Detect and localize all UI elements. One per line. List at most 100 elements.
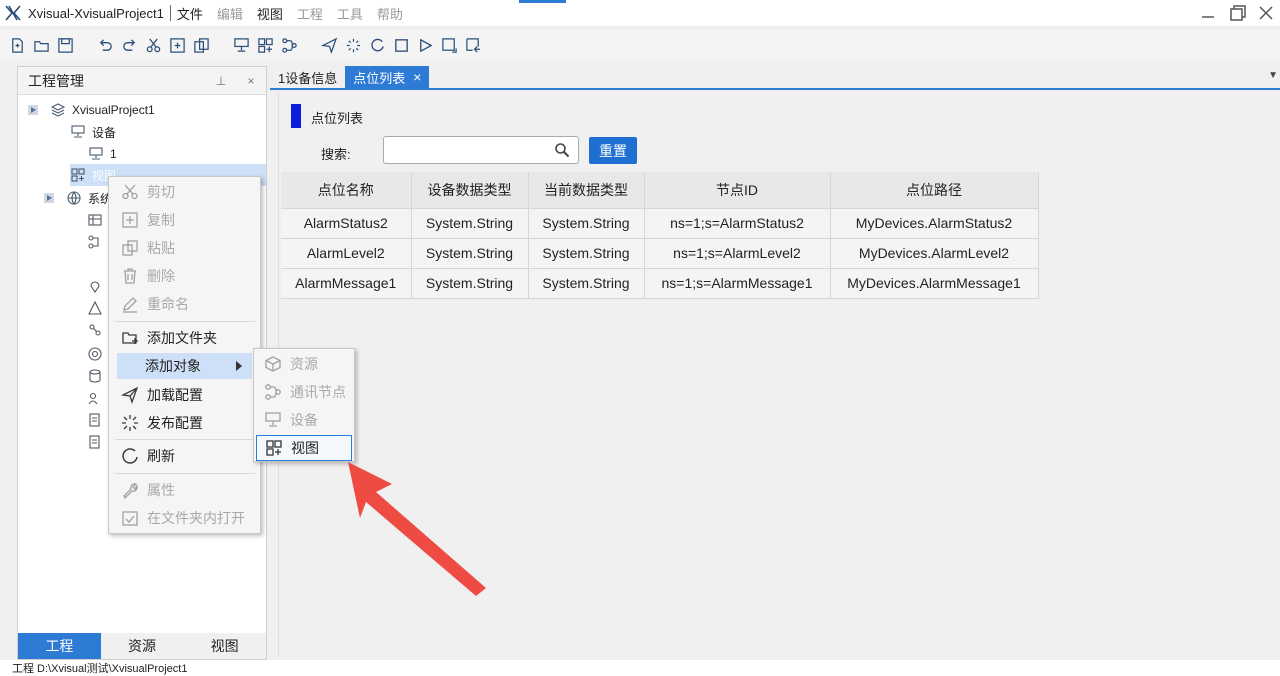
menu-project[interactable]: 工程	[297, 4, 323, 23]
table-row[interactable]: AlarmMessage1 System.String System.Strin…	[281, 268, 1039, 299]
pin-icon[interactable]: ⊥	[206, 74, 236, 88]
menu-item-refresh[interactable]: 刷新	[109, 443, 260, 469]
cell-device-data-type: System.String	[411, 208, 529, 239]
comm-node-icon	[262, 381, 284, 403]
play-icon	[419, 38, 433, 52]
menu-item-label: 发布配置	[147, 415, 203, 431]
copy-icon	[169, 37, 185, 53]
submenu-item-label: 资源	[290, 356, 318, 372]
close-icon[interactable]: ×	[413, 69, 421, 85]
menu-separator	[115, 321, 255, 322]
minimize-button[interactable]	[1192, 0, 1224, 26]
window-title: Xvisual-XvisualProject1	[28, 5, 164, 21]
add-view-button[interactable]	[254, 34, 276, 56]
col-point-name[interactable]: 点位名称	[281, 172, 412, 209]
comm-node-icon	[88, 235, 99, 249]
paste-button[interactable]	[190, 34, 212, 56]
menu-item-add-folder[interactable]: 添加文件夹	[109, 325, 260, 351]
run-button[interactable]	[414, 34, 436, 56]
scissors-icon	[119, 181, 141, 203]
status-text: 工程 D:\Xvisual测试\XvisualProject1	[12, 663, 188, 675]
col-device-data-type[interactable]: 设备数据类型	[411, 172, 529, 209]
open-folder-icon	[33, 40, 49, 52]
reset-button[interactable]: 重置	[589, 137, 637, 164]
tree-item-project[interactable]: XvisualProject1	[28, 99, 155, 121]
tree-item-device-1[interactable]: 1	[88, 143, 117, 165]
menu-item-label: 重命名	[147, 296, 189, 312]
cell-point-name: AlarmMessage1	[281, 268, 412, 299]
minimize-icon	[1202, 16, 1214, 18]
panel-close-icon[interactable]: ×	[236, 74, 266, 88]
undo-button[interactable]	[94, 34, 116, 56]
add-device-button[interactable]	[230, 34, 252, 56]
report-icon	[89, 413, 100, 427]
col-node-id[interactable]: 节点ID	[644, 172, 831, 209]
refresh-button[interactable]	[366, 34, 388, 56]
submenu-item-resource[interactable]: 资源	[256, 351, 352, 377]
menu-item-open-in-folder[interactable]: 在文件夹内打开	[109, 505, 260, 531]
menu-help[interactable]: 帮助	[377, 4, 403, 23]
search-input[interactable]	[383, 136, 579, 164]
redo-icon	[122, 38, 135, 51]
export-button[interactable]	[438, 34, 460, 56]
menu-item-load-config[interactable]: 加载配置	[109, 382, 260, 408]
menu-item-label: 粘贴	[147, 240, 175, 256]
close-window-button[interactable]	[1250, 0, 1280, 26]
tab-device-info[interactable]: 1设备信息	[270, 66, 345, 88]
copy-button[interactable]	[166, 34, 188, 56]
add-comm-node-button[interactable]	[278, 34, 300, 56]
load-config-button[interactable]	[318, 34, 340, 56]
project-panel-title: 工程管理	[28, 72, 84, 89]
expand-arrow-icon[interactable]	[44, 193, 54, 203]
panel-bottom-tabs: 工程 资源 视图	[18, 633, 267, 659]
title-bar: Xvisual-XvisualProject1 文件 编辑 视图 工程 工具 帮…	[0, 0, 1280, 26]
menu-item-copy[interactable]: 复制	[109, 207, 260, 233]
menu-file[interactable]: 文件	[177, 4, 203, 23]
submenu-item-device[interactable]: 设备	[256, 407, 352, 433]
layers-icon	[50, 102, 66, 118]
submenu-item-label: 视图	[291, 440, 319, 456]
tab-point-list[interactable]: 点位列表 ×	[345, 66, 430, 88]
open-folder-button[interactable]	[30, 34, 52, 56]
menu-item-publish-config[interactable]: 发布配置	[109, 410, 260, 436]
tab-list-dropdown-icon[interactable]: ▼	[1268, 70, 1278, 81]
tree-item-system[interactable]: 系统	[44, 187, 112, 209]
menu-item-delete[interactable]: 删除	[109, 263, 260, 289]
cut-button[interactable]	[142, 34, 164, 56]
col-point-path[interactable]: 点位路径	[830, 172, 1039, 209]
table-row[interactable]: AlarmStatus2 System.String System.String…	[281, 208, 1039, 239]
cell-point-name: AlarmStatus2	[281, 208, 412, 239]
tab-views[interactable]: 视图	[183, 633, 267, 659]
menu-item-label: 在文件夹内打开	[147, 510, 245, 526]
menu-tools[interactable]: 工具	[337, 4, 363, 23]
load-config-icon	[119, 384, 141, 406]
menu-item-paste[interactable]: 粘贴	[109, 235, 260, 261]
stop-button[interactable]	[390, 34, 412, 56]
menu-edit[interactable]: 编辑	[217, 4, 243, 23]
menu-view[interactable]: 视图	[257, 4, 283, 23]
cell-point-path: MyDevices.AlarmLevel2	[830, 238, 1039, 269]
comm-node-icon	[281, 37, 297, 53]
tab-project[interactable]: 工程	[18, 633, 101, 659]
paste-icon	[119, 237, 141, 259]
menu-item-rename[interactable]: 重命名	[109, 291, 260, 317]
menu-item-add-object[interactable]: 添加对象	[117, 353, 252, 379]
save-button[interactable]	[54, 34, 76, 56]
publish-config-button[interactable]	[342, 34, 364, 56]
redo-button[interactable]	[118, 34, 140, 56]
menu-item-properties[interactable]: 属性	[109, 477, 260, 503]
new-file-icon	[11, 37, 23, 53]
expand-arrow-icon[interactable]	[28, 105, 38, 115]
tab-resources[interactable]: 资源	[100, 633, 184, 659]
new-file-button[interactable]	[6, 34, 28, 56]
search-icon[interactable]	[554, 142, 570, 158]
menu-item-cut[interactable]: 剪切	[109, 179, 260, 205]
import-button[interactable]	[462, 34, 484, 56]
submenu-item-comm-node[interactable]: 通讯节点	[256, 379, 352, 405]
col-current-data-type[interactable]: 当前数据类型	[528, 172, 645, 209]
users-icon	[88, 392, 98, 405]
table-header-row: 点位名称 设备数据类型 当前数据类型 节点ID 点位路径	[281, 172, 1039, 209]
tree-item-devices[interactable]: 设备	[70, 121, 116, 143]
menu-item-label: 属性	[147, 482, 175, 498]
table-row[interactable]: AlarmLevel2 System.String System.String …	[281, 238, 1039, 269]
